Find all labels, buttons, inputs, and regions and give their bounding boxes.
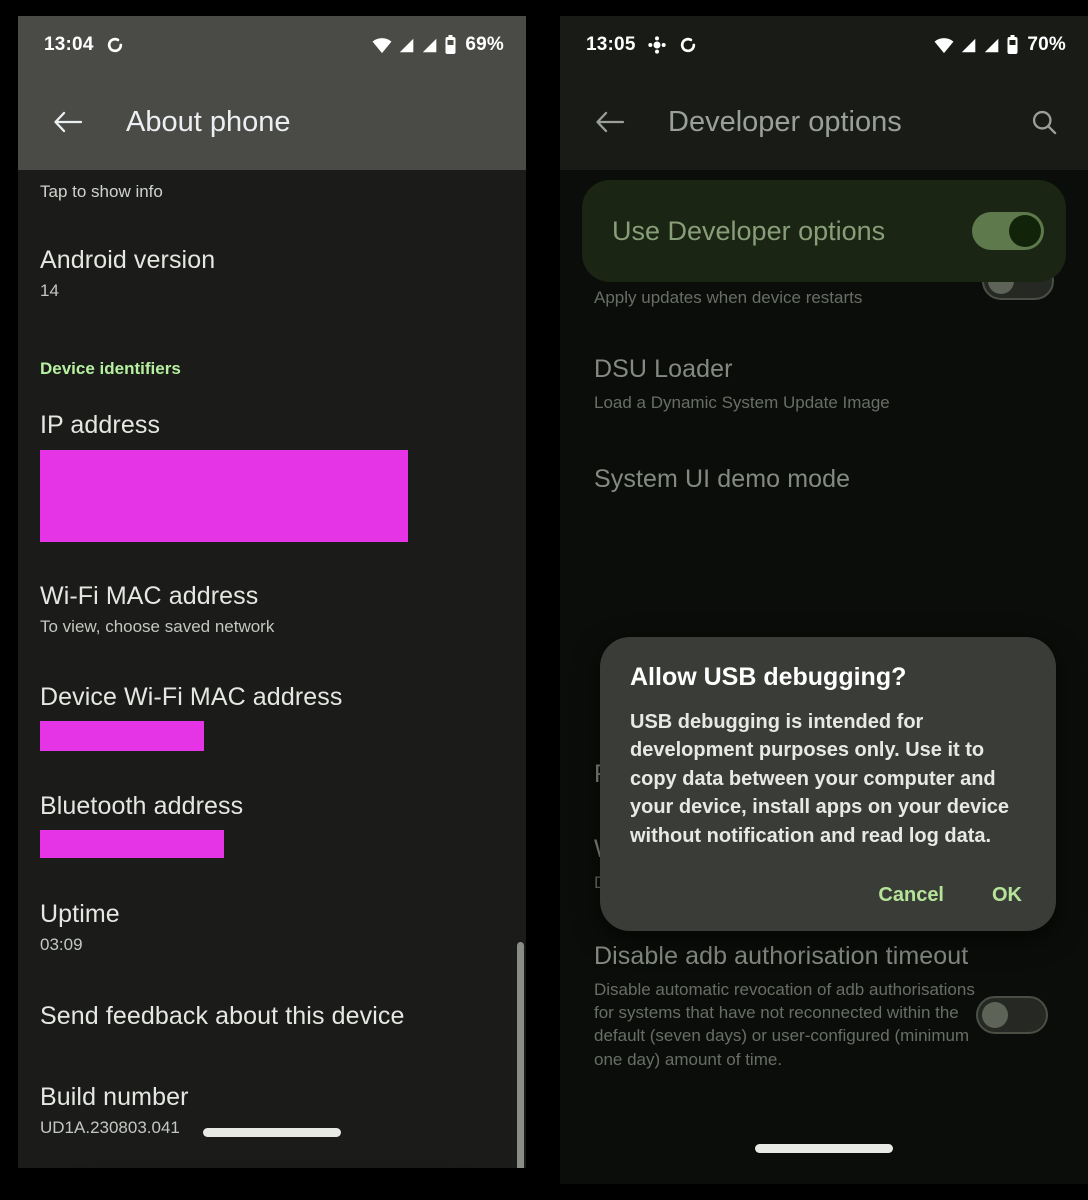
app-bar: Developer options xyxy=(560,74,1088,170)
list-item-disable-adb-authorisation-timeout[interactable]: Disable adb authorisation timeout Disabl… xyxy=(560,940,1088,1071)
redacted-value-device-wifi-mac xyxy=(40,721,204,751)
redacted-value-bluetooth-address xyxy=(40,830,224,858)
list-item-bluetooth-address[interactable]: Bluetooth address xyxy=(18,792,526,858)
wifi-icon xyxy=(933,36,955,54)
allow-usb-debugging-dialog[interactable]: Allow USB debugging? USB debugging is in… xyxy=(600,637,1056,931)
right-phone-screen: 13:05 70% Developer options Apply update… xyxy=(544,0,1088,1200)
rotate-c-icon xyxy=(105,35,125,55)
battery-percent-label: 69% xyxy=(465,34,504,55)
signal-2-icon xyxy=(983,36,1001,54)
dialog-body: USB debugging is intended for developmen… xyxy=(630,711,1010,847)
back-arrow-icon[interactable] xyxy=(48,102,88,142)
developer-options-list[interactable]: Automatic system updates Apply updates w… xyxy=(560,170,1088,1170)
page-title: Developer options xyxy=(668,105,902,138)
list-item-subtitle: Disable automatic revocation of adb auth… xyxy=(594,979,975,1069)
list-item-subtitle: Load a Dynamic System Update Image xyxy=(594,393,890,413)
list-item-send-feedback[interactable]: Send feedback about this device xyxy=(18,1002,526,1031)
list-item-ip-address[interactable]: IP address xyxy=(18,411,526,542)
gesture-nav-bar[interactable] xyxy=(560,1112,1088,1184)
use-developer-options-card[interactable]: Use Developer options xyxy=(582,180,1066,282)
redacted-value-ip-address xyxy=(40,450,408,542)
battery-icon xyxy=(1006,35,1019,55)
toggle-disable-adb-authorisation-timeout[interactable] xyxy=(976,995,1048,1034)
gesture-nav-bar[interactable] xyxy=(18,1096,526,1168)
search-icon[interactable] xyxy=(1024,102,1064,142)
status-bar: 13:04 69% xyxy=(18,16,526,74)
section-header-device-identifiers: Device identifiers xyxy=(40,359,181,378)
battery-icon xyxy=(444,35,457,55)
list-item-dsu-loader[interactable]: DSU Loader Load a Dynamic System Update … xyxy=(560,353,1088,414)
battery-percent-label: 70% xyxy=(1027,34,1066,55)
dialog-title: Allow USB debugging? xyxy=(630,663,907,691)
list-item-system-ui-demo-mode[interactable]: System UI demo mode xyxy=(560,463,1088,496)
list-item-value: To view, choose saved network xyxy=(40,617,275,636)
list-item-title: Device Wi-Fi MAC address xyxy=(40,683,343,711)
wifi-icon xyxy=(371,36,393,54)
list-item-android-version[interactable]: Android version 14 xyxy=(18,246,526,301)
ok-button[interactable]: OK xyxy=(992,884,1022,907)
rotate-c-icon xyxy=(678,35,698,55)
gesture-bar-handle[interactable] xyxy=(755,1143,893,1153)
list-item-uptime[interactable]: Uptime 03:09 xyxy=(18,900,526,955)
dual-screenshot-container: 13:04 69% About phone Tap to show info A… xyxy=(0,0,1088,1200)
list-item-title: IP address xyxy=(40,411,161,439)
cancel-button[interactable]: Cancel xyxy=(878,884,944,907)
status-bar: 13:05 70% xyxy=(560,16,1088,74)
back-arrow-icon[interactable] xyxy=(590,102,630,142)
signal-2-icon xyxy=(421,36,439,54)
list-item-value: 03:09 xyxy=(40,935,83,954)
list-item-title: Bluetooth address xyxy=(40,792,244,820)
gesture-bar-handle[interactable] xyxy=(203,1127,341,1137)
list-item-title: Disable adb authorisation timeout xyxy=(594,941,969,970)
list-item-device-wifi-mac-address[interactable]: Device Wi-Fi MAC address xyxy=(18,683,526,751)
left-phone-screen: 13:04 69% About phone Tap to show info A… xyxy=(0,0,544,1200)
about-phone-list[interactable]: Tap to show info Android version 14 Devi… xyxy=(18,170,526,1168)
app-bar: About phone xyxy=(18,74,526,170)
list-item-title: Send feedback about this device xyxy=(40,1002,405,1030)
list-item-title: Uptime xyxy=(40,900,120,928)
status-bar-time: 13:05 xyxy=(586,34,636,55)
signal-icon xyxy=(960,36,978,54)
signal-icon xyxy=(398,36,416,54)
tap-to-show-info[interactable]: Tap to show info xyxy=(18,170,526,202)
list-item-wifi-mac-address[interactable]: Wi-Fi MAC address To view, choose saved … xyxy=(18,582,526,637)
list-item-title: System UI demo mode xyxy=(594,464,851,493)
status-bar-time: 13:04 xyxy=(44,34,94,55)
page-title: About phone xyxy=(126,105,291,138)
android-debug-icon xyxy=(647,35,667,55)
use-developer-options-label: Use Developer options xyxy=(612,215,886,246)
list-item-title: DSU Loader xyxy=(594,355,733,384)
list-item-title: Wi-Fi MAC address xyxy=(40,582,259,610)
toggle-use-developer-options[interactable] xyxy=(972,212,1044,250)
list-item-value: 14 xyxy=(40,281,59,300)
list-item-title: Android version xyxy=(40,246,216,274)
